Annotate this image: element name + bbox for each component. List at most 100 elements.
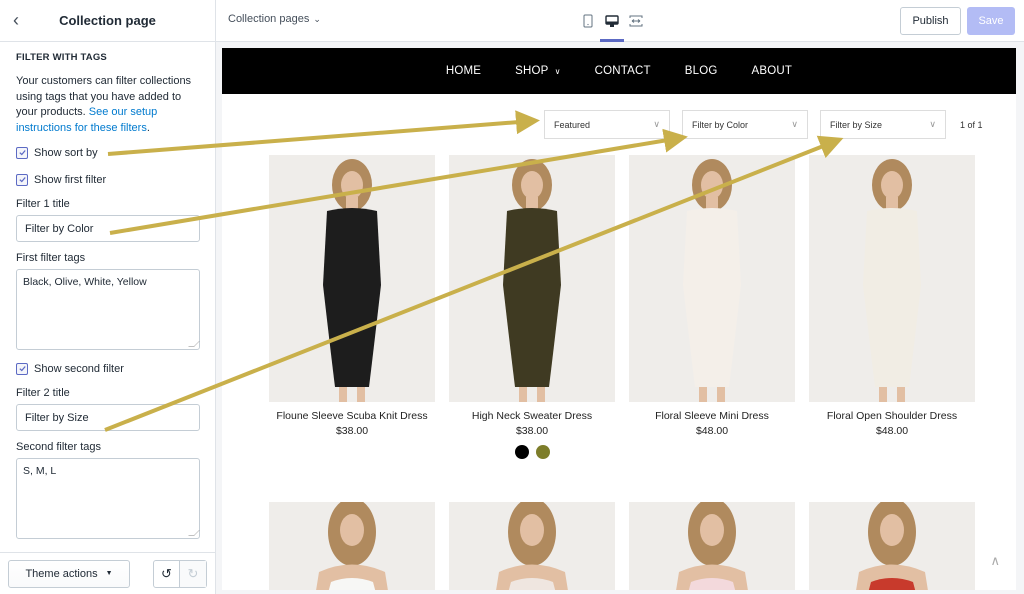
product-image[interactable]	[629, 155, 795, 402]
product-photo	[809, 155, 975, 402]
theme-actions-label: Theme actions	[25, 567, 98, 580]
filter1-tags-label: First filter tags	[16, 252, 86, 264]
show-second-filter-checkbox-row[interactable]: Show second filter	[16, 360, 199, 377]
color-swatches	[449, 445, 615, 459]
product-card[interactable]: High Neck Sweater Dress $38.00	[449, 155, 615, 459]
history-buttons: ↺ ↻	[153, 559, 207, 588]
product-photo	[269, 502, 435, 590]
filter1-title-input[interactable]: Filter by Color	[16, 215, 200, 242]
description-end: .	[146, 121, 150, 134]
product-image[interactable]	[269, 155, 435, 402]
filter2-tags-value: S, M, L	[23, 465, 57, 477]
product-photo	[809, 502, 975, 590]
color-swatch[interactable]	[535, 445, 550, 459]
page-type-label: Collection pages	[228, 13, 310, 25]
back-button[interactable]: ‹	[0, 0, 32, 42]
theme-editor: ‹ Collection page FILTER WITH TAGS Your …	[0, 0, 1024, 594]
color-swatch[interactable]	[514, 445, 529, 459]
product-photo	[629, 502, 795, 590]
product-photo	[449, 502, 615, 590]
product-image[interactable]	[809, 155, 975, 402]
product-price: $48.00	[695, 425, 729, 437]
show-sort-by-checkbox[interactable]	[16, 146, 28, 159]
product-photo	[269, 155, 435, 402]
product-price: $48.00	[875, 425, 909, 437]
device-switcher	[576, 0, 648, 42]
theme-actions-button[interactable]: Theme actions ▼	[8, 559, 130, 588]
undo-button[interactable]: ↺	[154, 560, 180, 587]
checkmark-icon	[18, 366, 26, 372]
product-image[interactable]	[449, 502, 615, 590]
device-desktop-button[interactable]	[600, 0, 624, 42]
product-name[interactable]: Floune Sleeve Scuba Knit Dress	[269, 410, 435, 422]
filter1-tags-textarea[interactable]: Black, Olive, White, Yellow	[16, 269, 200, 350]
resize-handle[interactable]	[188, 530, 200, 536]
product-card[interactable]: Floral Sleeve Mini Dress $48.00	[629, 155, 795, 459]
product-card[interactable]: Floune Sleeve Scuba Knit Dress $38.00	[269, 155, 435, 459]
product-photo	[449, 155, 615, 402]
chevron-up-icon: ∧	[990, 553, 1000, 568]
product-card[interactable]	[629, 502, 795, 590]
scroll-to-top-button[interactable]: ∧	[990, 553, 1000, 569]
product-name[interactable]: Floral Open Shoulder Dress	[809, 410, 975, 422]
sort-by-value: Featured	[554, 119, 591, 130]
filter-size-value: Filter by Size	[830, 119, 883, 130]
product-name[interactable]: Floral Sleeve Mini Dress	[629, 410, 795, 422]
product-card[interactable]	[449, 502, 615, 590]
show-second-filter-label: Show second filter	[34, 362, 124, 375]
product-card[interactable]	[809, 502, 975, 590]
sidebar-footer: Theme actions ▼ ↺ ↻	[0, 552, 215, 594]
checkmark-icon	[18, 177, 26, 183]
resize-handle[interactable]	[188, 341, 200, 347]
redo-icon: ↻	[187, 565, 199, 581]
chevron-down-icon: ∨	[929, 119, 936, 129]
nav-blog[interactable]: BLOG	[685, 65, 718, 77]
page-type-selector[interactable]: Collection pages ⌄	[228, 13, 321, 25]
filter1-tags-value: Black, Olive, White, Yellow	[23, 276, 147, 288]
show-first-filter-checkbox-row[interactable]: Show first filter	[16, 171, 199, 188]
filter-size-select[interactable]: Filter by Size ∨	[820, 110, 946, 139]
store-navigation: HOME SHOP ∨ CONTACT BLOG ABOUT	[222, 48, 1016, 94]
show-sort-by-checkbox-row[interactable]: Show sort by	[16, 144, 199, 161]
sort-by-select[interactable]: Featured ∨	[544, 110, 670, 139]
product-image[interactable]	[269, 502, 435, 590]
collection-filters: Featured ∨ Filter by Color ∨ Filter by Siz…	[544, 110, 983, 139]
product-card[interactable]	[269, 502, 435, 590]
section-description: Your customers can filter collections us…	[16, 74, 199, 136]
chevron-down-icon: ∨	[554, 67, 561, 76]
filter2-tags-textarea[interactable]: S, M, L	[16, 458, 200, 539]
show-first-filter-label: Show first filter	[34, 173, 107, 186]
publish-button[interactable]: Publish	[900, 7, 961, 35]
filter-color-value: Filter by Color	[692, 119, 749, 130]
show-second-filter-checkbox[interactable]	[16, 362, 28, 375]
sidebar-body: FILTER WITH TAGS Your customers can filt…	[0, 42, 215, 539]
redo-button[interactable]: ↻	[180, 560, 206, 587]
chevron-down-icon: ∨	[791, 119, 798, 129]
filter2-tags-label: Second filter tags	[16, 441, 101, 453]
product-name[interactable]: High Neck Sweater Dress	[449, 410, 615, 422]
product-image[interactable]	[629, 502, 795, 590]
nav-home[interactable]: HOME	[446, 65, 481, 77]
filter2-title-label: Filter 2 title	[16, 387, 70, 399]
device-fullwidth-button[interactable]	[624, 0, 648, 42]
checkmark-icon	[18, 150, 26, 156]
nav-shop-label: SHOP	[515, 65, 549, 77]
settings-sidebar: ‹ Collection page FILTER WITH TAGS Your …	[0, 0, 216, 594]
show-first-filter-checkbox[interactable]	[16, 173, 28, 186]
save-button[interactable]: Save	[967, 7, 1015, 35]
product-card[interactable]: Floral Open Shoulder Dress $48.00	[809, 155, 975, 459]
show-sort-by-label: Show sort by	[34, 146, 98, 159]
filter-color-select[interactable]: Filter by Color ∨	[682, 110, 808, 139]
undo-icon: ↺	[161, 565, 172, 581]
chevron-down-icon: ⌄	[313, 14, 321, 24]
product-grid-row-2	[269, 502, 975, 590]
product-image[interactable]	[449, 155, 615, 402]
device-mobile-button[interactable]	[576, 0, 600, 42]
nav-contact[interactable]: CONTACT	[595, 65, 651, 77]
pagination-text: 1 of 1	[960, 119, 983, 130]
filter2-title-input[interactable]: Filter by Size	[16, 404, 200, 431]
nav-shop[interactable]: SHOP ∨	[515, 65, 560, 77]
nav-about[interactable]: ABOUT	[752, 65, 793, 77]
chevron-down-icon: ∨	[653, 119, 660, 129]
product-image[interactable]	[809, 502, 975, 590]
